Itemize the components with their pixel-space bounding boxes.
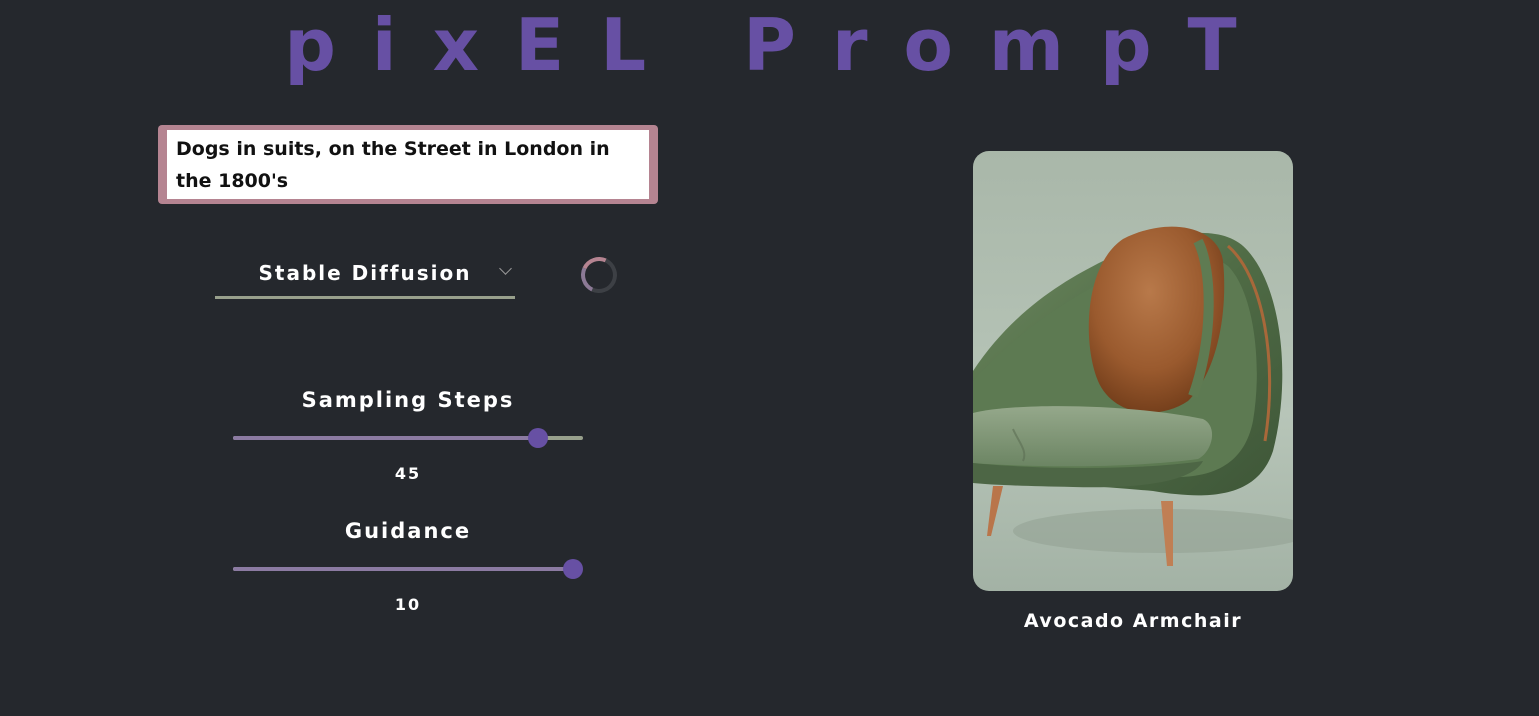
app-title: pixEL PrompT [284,3,1273,87]
steps-label: Sampling Steps [301,388,515,412]
guidance-slider[interactable] [233,559,583,579]
guidance-slider-thumb[interactable] [563,559,583,579]
prompt-container: Dogs in suits, on the Street in London i… [158,125,658,204]
steps-value: 45 [394,464,422,483]
steps-slider[interactable] [233,428,583,448]
model-select[interactable]: Stable Diffusion [215,250,515,299]
loading-spinner-icon [575,251,623,299]
guidance-label: Guidance [344,519,472,543]
guidance-value: 10 [394,595,422,614]
image-caption: Avocado Armchair [1023,610,1243,632]
steps-slider-fill [233,436,538,440]
chevron-down-icon [499,262,512,275]
model-select-value: Stable Diffusion [258,261,472,285]
page: pixEL PrompT Dogs in suits, on the Stree… [0,0,1539,716]
prompt-input[interactable]: Dogs in suits, on the Street in London i… [167,130,649,199]
generated-image[interactable] [973,151,1293,591]
avocado-armchair-image [973,151,1293,591]
steps-slider-thumb[interactable] [527,428,548,448]
guidance-slider-fill [233,567,573,571]
